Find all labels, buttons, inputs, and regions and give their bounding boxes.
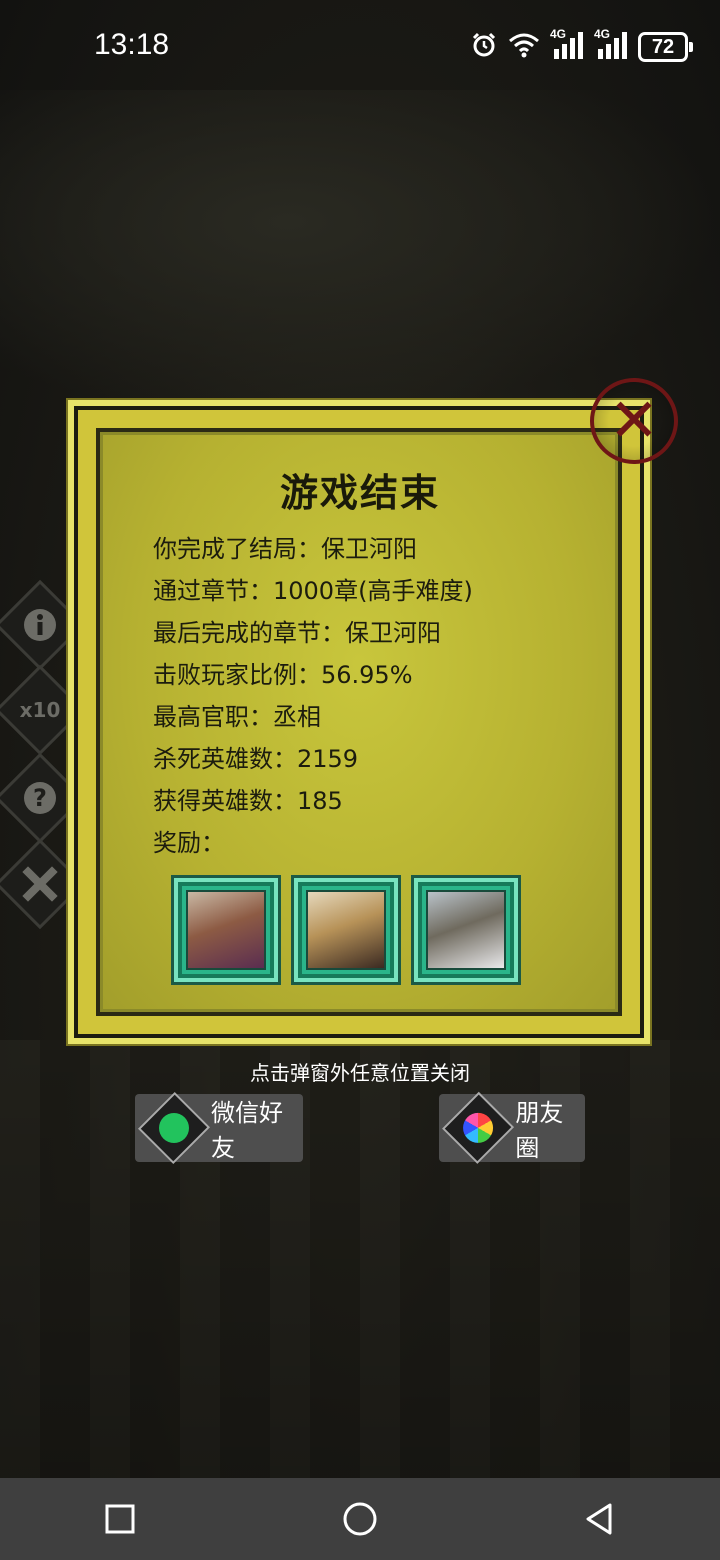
recents-button[interactable] bbox=[90, 1489, 150, 1549]
svg-text:?: ? bbox=[33, 784, 47, 812]
battery-level: 72 bbox=[651, 35, 675, 58]
info-icon bbox=[11, 596, 69, 654]
help-icon: ? bbox=[11, 769, 69, 827]
stat-defeat-ratio: 击败玩家比例：56.95% bbox=[153, 661, 413, 689]
reward-card[interactable] bbox=[171, 875, 281, 985]
stat-chapters: 通过章节：1000章(高手难度) bbox=[153, 577, 473, 605]
share-wechat-button[interactable]: 微信好友 bbox=[135, 1091, 303, 1165]
status-bar: 13:18 4G 4G 72 bbox=[0, 0, 720, 92]
status-icons: 4G 4G 72 bbox=[470, 27, 693, 64]
signal-icon: 4G bbox=[594, 27, 628, 63]
home-icon bbox=[343, 1502, 377, 1536]
alarm-icon bbox=[470, 31, 498, 63]
system-nav-bar bbox=[0, 1478, 720, 1560]
white-robed-general-portrait bbox=[426, 890, 506, 970]
dialog-title: 游戏结束 bbox=[279, 471, 440, 515]
status-time: 13:18 bbox=[94, 28, 170, 61]
share-wechat-label: 微信好友 bbox=[211, 1099, 283, 1162]
rewards-row bbox=[171, 875, 521, 985]
stat-last-chapter: 最后完成的章节：保卫河阳 bbox=[153, 619, 441, 647]
close-icon: ✕ bbox=[608, 386, 660, 456]
close-icon bbox=[11, 855, 69, 913]
signal-icon: 4G bbox=[550, 27, 584, 63]
archer-general-portrait bbox=[186, 890, 266, 970]
share-moments-label: 朋友圈 bbox=[515, 1099, 564, 1162]
speed-x10-icon: x10 bbox=[19, 698, 61, 722]
stat-rewards-label: 奖励： bbox=[153, 829, 225, 857]
network-type-label: 4G bbox=[550, 27, 567, 41]
reward-card[interactable] bbox=[411, 875, 521, 985]
stat-highest-rank: 最高官职：丞相 bbox=[153, 703, 321, 731]
stat-heroes-obtained: 获得英雄数：185 bbox=[153, 787, 343, 815]
dialog-close-button[interactable]: ✕ bbox=[590, 378, 678, 464]
network-type-label: 4G bbox=[594, 27, 611, 41]
back-button[interactable] bbox=[570, 1489, 630, 1549]
wifi-icon bbox=[508, 32, 540, 62]
wechat-icon bbox=[137, 1091, 211, 1165]
background-tree-silhouette bbox=[0, 90, 720, 420]
share-moments-button[interactable]: 朋友圈 bbox=[439, 1091, 585, 1165]
reward-card[interactable] bbox=[291, 875, 401, 985]
background-town-scene bbox=[0, 1040, 720, 1480]
back-icon bbox=[586, 1503, 612, 1535]
moments-icon bbox=[441, 1091, 515, 1165]
tap-outside-hint: 点击弹窗外任意位置关闭 bbox=[250, 1061, 470, 1085]
stats-list: 你完成了结局：保卫河阳 通过章节：1000章(高手难度) 最后完成的章节：保卫河… bbox=[153, 528, 473, 864]
home-button[interactable] bbox=[330, 1489, 390, 1549]
stat-ending: 你完成了结局：保卫河阳 bbox=[153, 535, 417, 563]
battery-icon: 72 bbox=[638, 32, 693, 62]
recents-icon bbox=[105, 1504, 135, 1534]
armored-general-portrait bbox=[306, 890, 386, 970]
stat-heroes-killed: 杀死英雄数：2159 bbox=[153, 745, 359, 773]
